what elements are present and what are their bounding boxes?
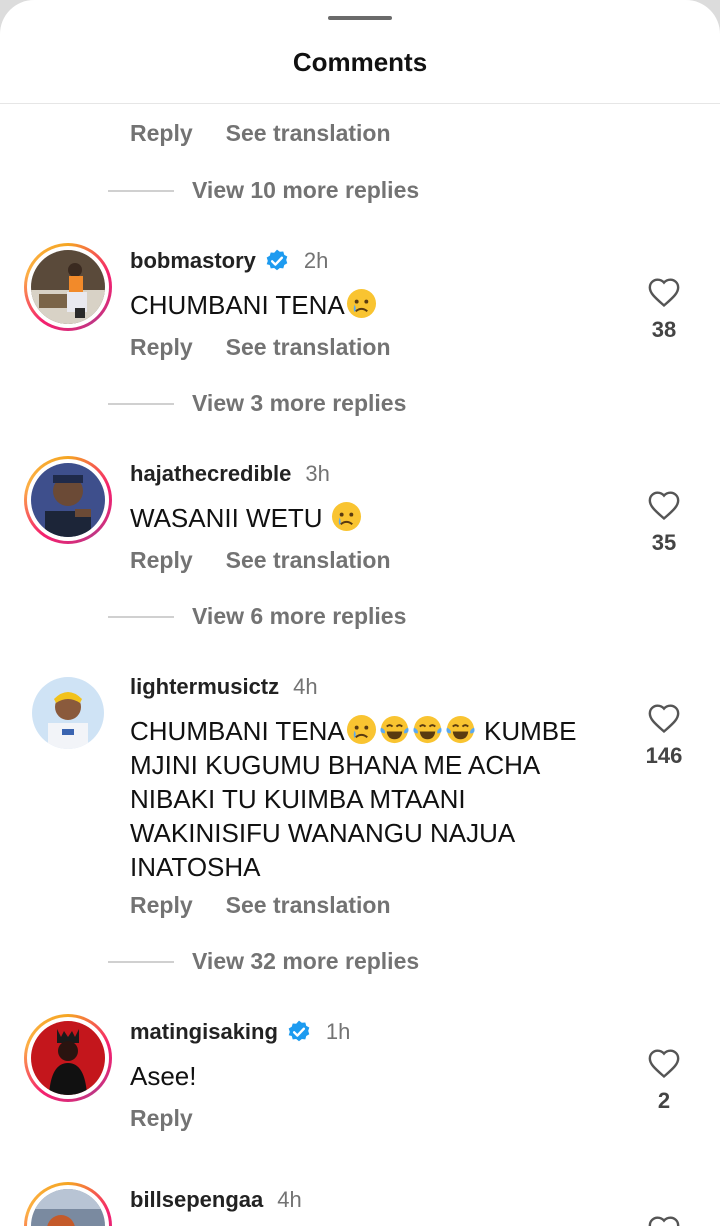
view-more-replies[interactable]: View 3 more replies	[108, 390, 406, 417]
view-more-replies-label: View 10 more replies	[192, 177, 420, 203]
avatar[interactable]	[24, 1014, 112, 1102]
comment-text-body: WASANII WETU	[130, 503, 330, 533]
heart-icon[interactable]	[647, 276, 681, 308]
reply-button[interactable]: Reply	[130, 547, 193, 574]
avatar[interactable]	[24, 456, 112, 544]
tears-of-joy-icon	[380, 715, 409, 744]
like-control[interactable]: 35	[640, 489, 688, 556]
comment-meta: billsepengaa 4h	[130, 1187, 302, 1213]
reply-button[interactable]: Reply	[130, 892, 193, 919]
heart-icon[interactable]	[647, 489, 681, 521]
username[interactable]: bobmastory	[130, 248, 256, 274]
comment-actions: Reply See translation	[130, 334, 391, 361]
view-more-replies-label: View 3 more replies	[192, 390, 407, 416]
replies-divider	[108, 402, 174, 405]
comment-text-body: CHUMBANI TENA	[130, 290, 345, 320]
comment-time: 4h	[293, 674, 318, 699]
crying-face-icon	[346, 288, 376, 319]
username[interactable]: hajathecredible	[130, 461, 291, 487]
comment-actions: Reply See translation	[130, 547, 391, 574]
comment-meta: lightermusictz 4h	[130, 674, 318, 700]
reply-button[interactable]: Reply	[130, 120, 193, 147]
comments-list-viewport[interactable]: Reply See translation View 10 more repli…	[0, 104, 720, 1226]
like-count: 35	[651, 530, 677, 555]
heart-icon[interactable]	[647, 1214, 681, 1226]
view-more-replies-label: View 32 more replies	[192, 948, 420, 974]
see-translation-button[interactable]: See translation	[226, 120, 391, 147]
comment-actions: Reply See translation	[130, 892, 391, 919]
sheet-title: Comments	[292, 47, 428, 77]
tears-of-joy-icon	[413, 715, 442, 744]
like-control[interactable]: 2	[640, 1047, 688, 1114]
reply-button[interactable]: Reply	[130, 1105, 193, 1132]
comment-time: 1h	[325, 1019, 351, 1044]
like-count: 2	[657, 1088, 671, 1113]
view-more-replies-label: View 6 more replies	[192, 603, 407, 629]
avatar[interactable]	[24, 243, 112, 331]
drag-handle[interactable]	[328, 16, 392, 20]
see-translation-button[interactable]: See translation	[226, 334, 391, 361]
replies-divider	[108, 615, 174, 618]
comment-time: 2h	[303, 248, 329, 273]
verified-badge-icon	[264, 248, 290, 274]
comments-sheet: Comments Reply See translation View 10 m…	[0, 0, 720, 1226]
view-more-replies[interactable]: View 6 more replies	[108, 603, 406, 630]
tears-of-joy-icon	[446, 715, 475, 744]
comment-time: 4h	[277, 1187, 302, 1212]
comment-text: WASANII WETU	[130, 501, 610, 535]
comment-actions: Reply	[130, 1105, 193, 1132]
crying-face-icon	[331, 501, 361, 532]
username[interactable]: lightermusictz	[130, 674, 279, 700]
comment-text-body: Asee!	[130, 1061, 197, 1091]
comment-text-body: CHUMBANI TENA	[130, 716, 345, 746]
comment-meta: bobmastory 2h	[130, 248, 328, 274]
like-control[interactable]	[640, 1214, 688, 1226]
heart-icon[interactable]	[647, 702, 681, 734]
like-control[interactable]: 146	[640, 702, 688, 769]
replies-divider	[108, 189, 174, 192]
reply-button[interactable]: Reply	[130, 334, 193, 361]
crying-face-icon	[346, 714, 376, 745]
replies-divider	[108, 960, 174, 963]
heart-icon[interactable]	[647, 1047, 681, 1079]
comment-text: CHUMBANI TENA KUMBE MJINI KUGUMU BHANA M…	[130, 714, 610, 884]
view-more-replies[interactable]: View 10 more replies	[108, 177, 419, 204]
see-translation-button[interactable]: See translation	[226, 547, 391, 574]
comment-text: Asee!	[130, 1059, 610, 1093]
comment-text-rest: MJINI KUGUMU BHANA ME ACHA NIBAKI TU KUI…	[130, 750, 539, 882]
like-count: 38	[651, 317, 677, 342]
avatar[interactable]	[24, 1182, 112, 1226]
comment-text: CHUMBANI TENA	[130, 288, 610, 322]
comment-meta: matingisaking 1h	[130, 1019, 350, 1045]
like-count: 146	[645, 743, 683, 768]
see-translation-button[interactable]: See translation	[226, 892, 391, 919]
view-more-replies[interactable]: View 32 more replies	[108, 948, 419, 975]
verified-badge-icon	[286, 1019, 312, 1045]
comment-actions: Reply See translation	[130, 120, 391, 147]
comment-time: 3h	[305, 461, 330, 486]
comment-meta: hajathecredible 3h	[130, 461, 330, 487]
avatar[interactable]	[32, 677, 104, 749]
username[interactable]: matingisaking	[130, 1019, 278, 1045]
username[interactable]: billsepengaa	[130, 1187, 263, 1213]
comment-text-tail: KUMBE	[476, 716, 577, 746]
like-control[interactable]: 38	[640, 276, 688, 343]
